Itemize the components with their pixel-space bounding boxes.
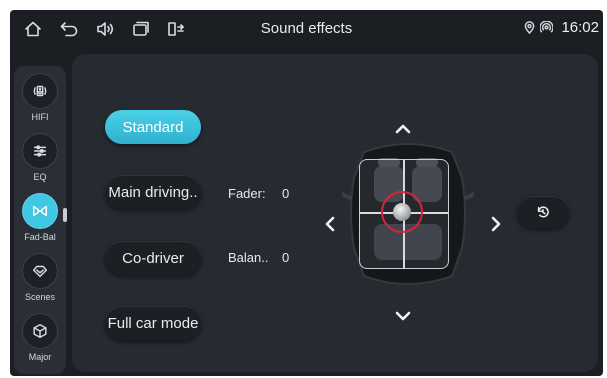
sidebar-item-fad-bal[interactable]: Fad-Bal: [14, 188, 66, 248]
arrow-up-button[interactable]: [391, 117, 415, 141]
fader-label: Fader:: [228, 186, 266, 201]
chevron-right-icon: [491, 216, 501, 232]
fader-balance-icon: [23, 194, 57, 228]
sidebar-item-label: EQ: [33, 172, 47, 182]
eq-sliders-icon: [23, 134, 57, 168]
sidebar: HIFI EQ Fad-Bal Scenes Major: [14, 66, 66, 374]
sidebar-item-label: Fad-Bal: [24, 232, 56, 242]
chevron-left-icon: [325, 216, 335, 232]
car-mirror-icon[interactable]: [165, 18, 187, 40]
location-icon: [525, 21, 535, 34]
sidebar-item-eq[interactable]: EQ: [14, 128, 66, 188]
mode-button-main-driving[interactable]: Main driving..: [105, 175, 201, 209]
status-indicators: 16:02: [523, 19, 599, 36]
sidebar-item-label: Major: [28, 352, 52, 362]
scenes-icon: [23, 254, 57, 288]
chevron-down-icon: [395, 311, 411, 321]
reset-button[interactable]: [517, 196, 569, 228]
sound-focus-handle[interactable]: [393, 203, 411, 221]
active-tab-indicator: [63, 208, 67, 222]
volume-icon[interactable]: [94, 18, 116, 40]
balance-label: Balan..: [228, 250, 269, 265]
fader-readout: Fader: 0: [228, 186, 289, 201]
reset-icon: [537, 206, 549, 218]
clock: 16:02: [561, 19, 599, 36]
sound-effects-screen: Sound effects 16:02 HIFI EQ Fad-Bal Scen…: [10, 10, 603, 376]
sidebar-item-scenes[interactable]: Scenes: [14, 248, 66, 308]
recent-apps-icon[interactable]: [130, 18, 152, 40]
mode-button-co-driver[interactable]: Co-driver: [105, 241, 201, 275]
fade-balance-panel: Standard Main driving.. Co-driver Full c…: [72, 54, 598, 372]
mode-button-full-car[interactable]: Full car mode: [105, 306, 201, 340]
sidebar-item-hifi[interactable]: HIFI: [14, 68, 66, 128]
sidebar-item-label: HIFI: [31, 112, 49, 122]
hifi-speaker-icon: [23, 74, 57, 108]
arrow-down-button[interactable]: [391, 304, 415, 328]
balance-value: 0: [282, 250, 290, 265]
chevron-up-icon: [395, 124, 411, 134]
back-icon[interactable]: [58, 18, 80, 40]
mode-button-standard[interactable]: Standard: [105, 110, 201, 144]
status-bar: Sound effects 16:02: [10, 10, 603, 48]
balance-readout: Balan.. 0: [228, 250, 289, 265]
hotspot-icon: [540, 21, 554, 33]
sidebar-item-label: Scenes: [24, 292, 56, 302]
arrow-left-button[interactable]: [318, 212, 342, 236]
home-icon[interactable]: [22, 18, 44, 40]
sidebar-item-major[interactable]: Major: [14, 308, 66, 368]
fader-value: 0: [282, 186, 290, 201]
major-cube-icon: [23, 314, 57, 348]
arrow-right-button[interactable]: [484, 212, 508, 236]
